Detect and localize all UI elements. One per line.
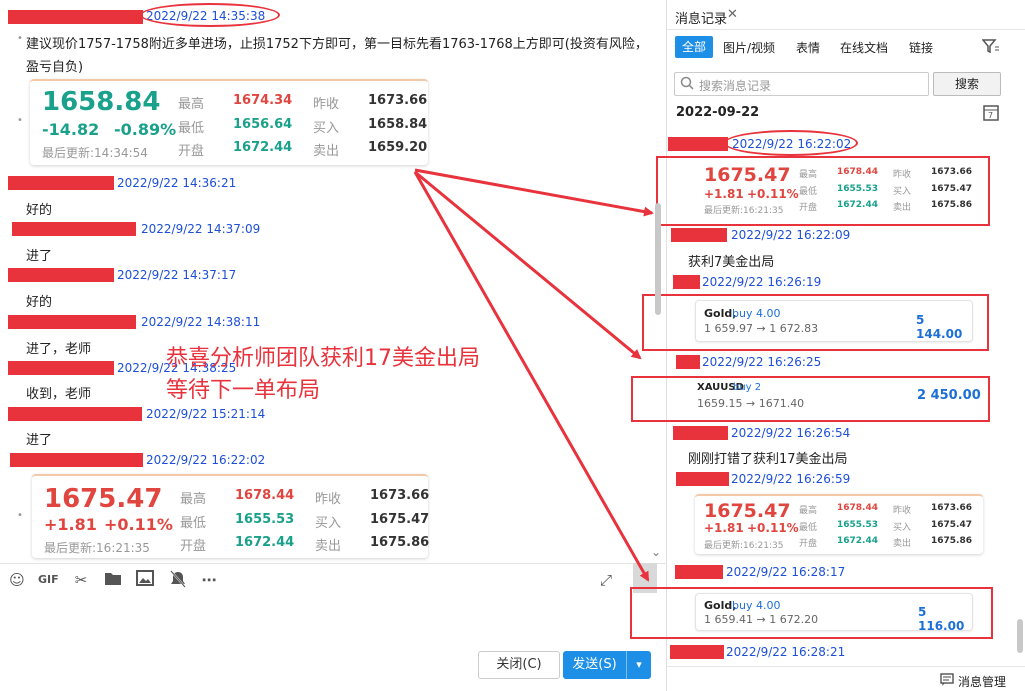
annotation-arrows — [413, 168, 654, 582]
arrow-to-trade3 — [413, 171, 650, 582]
arrow-to-trade1 — [414, 170, 642, 360]
arrow-to-quote — [414, 168, 654, 217]
